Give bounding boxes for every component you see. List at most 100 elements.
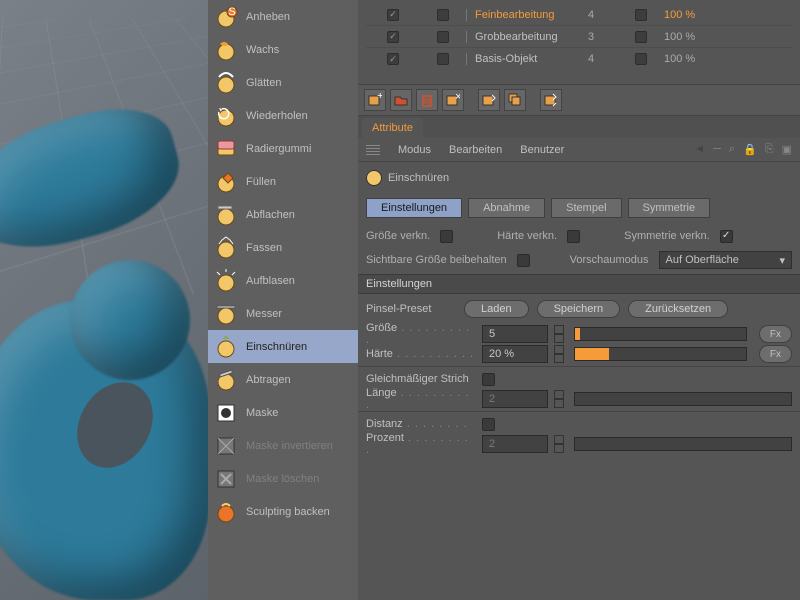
tool-label: Sculpting backen xyxy=(246,506,330,518)
tool-einschnueren[interactable]: Einschnüren xyxy=(208,330,358,363)
tool-label: Maske löschen xyxy=(246,473,319,485)
subtab-symmetrie[interactable]: Symmetrie xyxy=(628,198,711,218)
tool-maske-invertieren[interactable]: Maske invertieren xyxy=(208,429,358,462)
layer-extra-checkbox[interactable] xyxy=(635,53,647,65)
layer-remove-icon[interactable]: × xyxy=(442,89,464,111)
maximize-icon[interactable]: ▣ xyxy=(782,143,792,156)
lock-icon[interactable]: 🔒 xyxy=(743,143,757,156)
hardness-slider[interactable] xyxy=(574,347,747,361)
hardness-link-checkbox[interactable] xyxy=(567,230,580,243)
pin-icon[interactable]: ⎘ xyxy=(765,143,774,156)
smooth-icon xyxy=(214,71,238,95)
layer-row[interactable]: Basis-Objekt4100 % xyxy=(366,48,792,70)
layer-name: Feinbearbeitung xyxy=(466,9,584,21)
layer-visible-checkbox[interactable] xyxy=(387,9,399,21)
hardness-stepper[interactable] xyxy=(554,345,564,363)
tool-fassen[interactable]: Fassen xyxy=(208,231,358,264)
tool-maske[interactable]: Maske xyxy=(208,396,358,429)
symmetry-link-label: Symmetrie verkn. xyxy=(624,230,710,242)
layer-add-icon[interactable]: + xyxy=(364,89,386,111)
length-stepper[interactable] xyxy=(554,390,564,408)
symmetry-link-checkbox[interactable] xyxy=(720,230,733,243)
layer-extra-checkbox[interactable] xyxy=(635,9,647,21)
menu-bearbeiten[interactable]: Bearbeiten xyxy=(449,144,502,156)
tool-sculpting-backen[interactable]: Sculpting backen xyxy=(208,495,358,528)
reset-button[interactable]: Zurücksetzen xyxy=(628,300,728,318)
length-input[interactable]: 2 xyxy=(482,390,548,408)
viewport-3d[interactable] xyxy=(0,0,208,600)
nav-fwd-icon[interactable]: ─ xyxy=(713,143,721,156)
layer-lock-checkbox[interactable] xyxy=(437,31,449,43)
size-input[interactable]: 5 xyxy=(482,325,548,343)
tool-glaetten[interactable]: Glätten xyxy=(208,66,358,99)
layer-row[interactable]: Grobbearbeitung3100 % xyxy=(366,26,792,48)
save-button[interactable]: Speichern xyxy=(537,300,621,318)
tool-radiergummi[interactable]: Radiergummi xyxy=(208,132,358,165)
size-link-checkbox[interactable] xyxy=(440,230,453,243)
layer-visible-checkbox[interactable] xyxy=(387,53,399,65)
layer-lock-checkbox[interactable] xyxy=(437,9,449,21)
tab-attribute[interactable]: Attribute xyxy=(362,118,423,138)
folder-add-icon[interactable] xyxy=(390,89,412,111)
layer-table: Feinbearbeitung4100 %Grobbearbeitung3100… xyxy=(358,0,800,84)
bake-icon xyxy=(214,500,238,524)
tool-anheben[interactable]: SAnheben xyxy=(208,0,358,33)
tool-abtragen[interactable]: Abtragen xyxy=(208,363,358,396)
tool-label: Anheben xyxy=(246,11,290,23)
tool-label: Füllen xyxy=(246,176,276,188)
preview-select[interactable]: Auf Oberfläche ▾ xyxy=(659,251,792,269)
flatten-icon xyxy=(214,203,238,227)
brush-title-row: Einschnüren xyxy=(366,166,792,190)
percent-label: Prozent xyxy=(366,432,404,444)
size-slider[interactable] xyxy=(574,327,747,341)
layer-icon-row: + × xyxy=(358,84,800,116)
load-button[interactable]: Laden xyxy=(464,300,529,318)
layer-up-icon[interactable] xyxy=(478,89,500,111)
stroke-label: Gleichmäßiger Strich xyxy=(366,373,469,385)
tool-abflachen[interactable]: Abflachen xyxy=(208,198,358,231)
percent-input[interactable]: 2 xyxy=(482,435,548,453)
layer-visible-checkbox[interactable] xyxy=(387,31,399,43)
keep-visible-checkbox[interactable] xyxy=(517,254,530,267)
tool-messer[interactable]: Messer xyxy=(208,297,358,330)
size-label: Größe xyxy=(366,322,397,334)
menu-icon[interactable] xyxy=(366,145,380,155)
menu-modus[interactable]: Modus xyxy=(398,144,431,156)
layer-lock-checkbox[interactable] xyxy=(437,53,449,65)
layer-row[interactable]: Feinbearbeitung4100 % xyxy=(366,4,792,26)
stroke-checkbox[interactable] xyxy=(482,373,495,386)
tool-label: Aufblasen xyxy=(246,275,295,287)
menu-benutzer[interactable]: Benutzer xyxy=(520,144,564,156)
brush-title: Einschnüren xyxy=(388,172,449,184)
trash-icon[interactable] xyxy=(416,89,438,111)
length-slider[interactable] xyxy=(574,392,792,406)
search-icon[interactable]: ⌕ xyxy=(729,143,735,156)
tool-label: Abtragen xyxy=(246,374,291,386)
tool-label: Abflachen xyxy=(246,209,295,221)
hardness-input[interactable]: 20 % xyxy=(482,345,548,363)
layer-swap-icon[interactable] xyxy=(540,89,562,111)
attribute-menu-bar: Modus Bearbeiten Benutzer ◄ ─ ⌕ 🔒 ⎘ ▣ xyxy=(358,138,800,162)
nav-back-icon[interactable]: ◄ xyxy=(694,143,705,156)
layer-dup-icon[interactable] xyxy=(504,89,526,111)
tool-maske-loeschen[interactable]: Maske löschen xyxy=(208,462,358,495)
distance-checkbox[interactable] xyxy=(482,418,495,431)
subtab-stempel[interactable]: Stempel xyxy=(551,198,621,218)
size-stepper[interactable] xyxy=(554,325,564,343)
hardness-fx-button[interactable]: Fx xyxy=(759,345,792,363)
tool-wiederholen[interactable]: Wiederholen xyxy=(208,99,358,132)
preset-label: Pinsel-Preset xyxy=(366,303,456,315)
subtab-abnahme[interactable]: Abnahme xyxy=(468,198,545,218)
percent-stepper[interactable] xyxy=(554,435,564,453)
tool-aufblasen[interactable]: Aufblasen xyxy=(208,264,358,297)
attribute-panel: Feinbearbeitung4100 %Grobbearbeitung3100… xyxy=(358,0,800,600)
percent-slider[interactable] xyxy=(574,437,792,451)
tool-label: Radiergummi xyxy=(246,143,311,155)
svg-text:+: + xyxy=(377,93,382,102)
subtab-einstellungen[interactable]: Einstellungen xyxy=(366,198,462,218)
size-fx-button[interactable]: Fx xyxy=(759,325,792,343)
tool-wachs[interactable]: Wachs xyxy=(208,33,358,66)
layer-extra-checkbox[interactable] xyxy=(635,31,647,43)
tool-label: Glätten xyxy=(246,77,281,89)
tool-fuellen[interactable]: Füllen xyxy=(208,165,358,198)
